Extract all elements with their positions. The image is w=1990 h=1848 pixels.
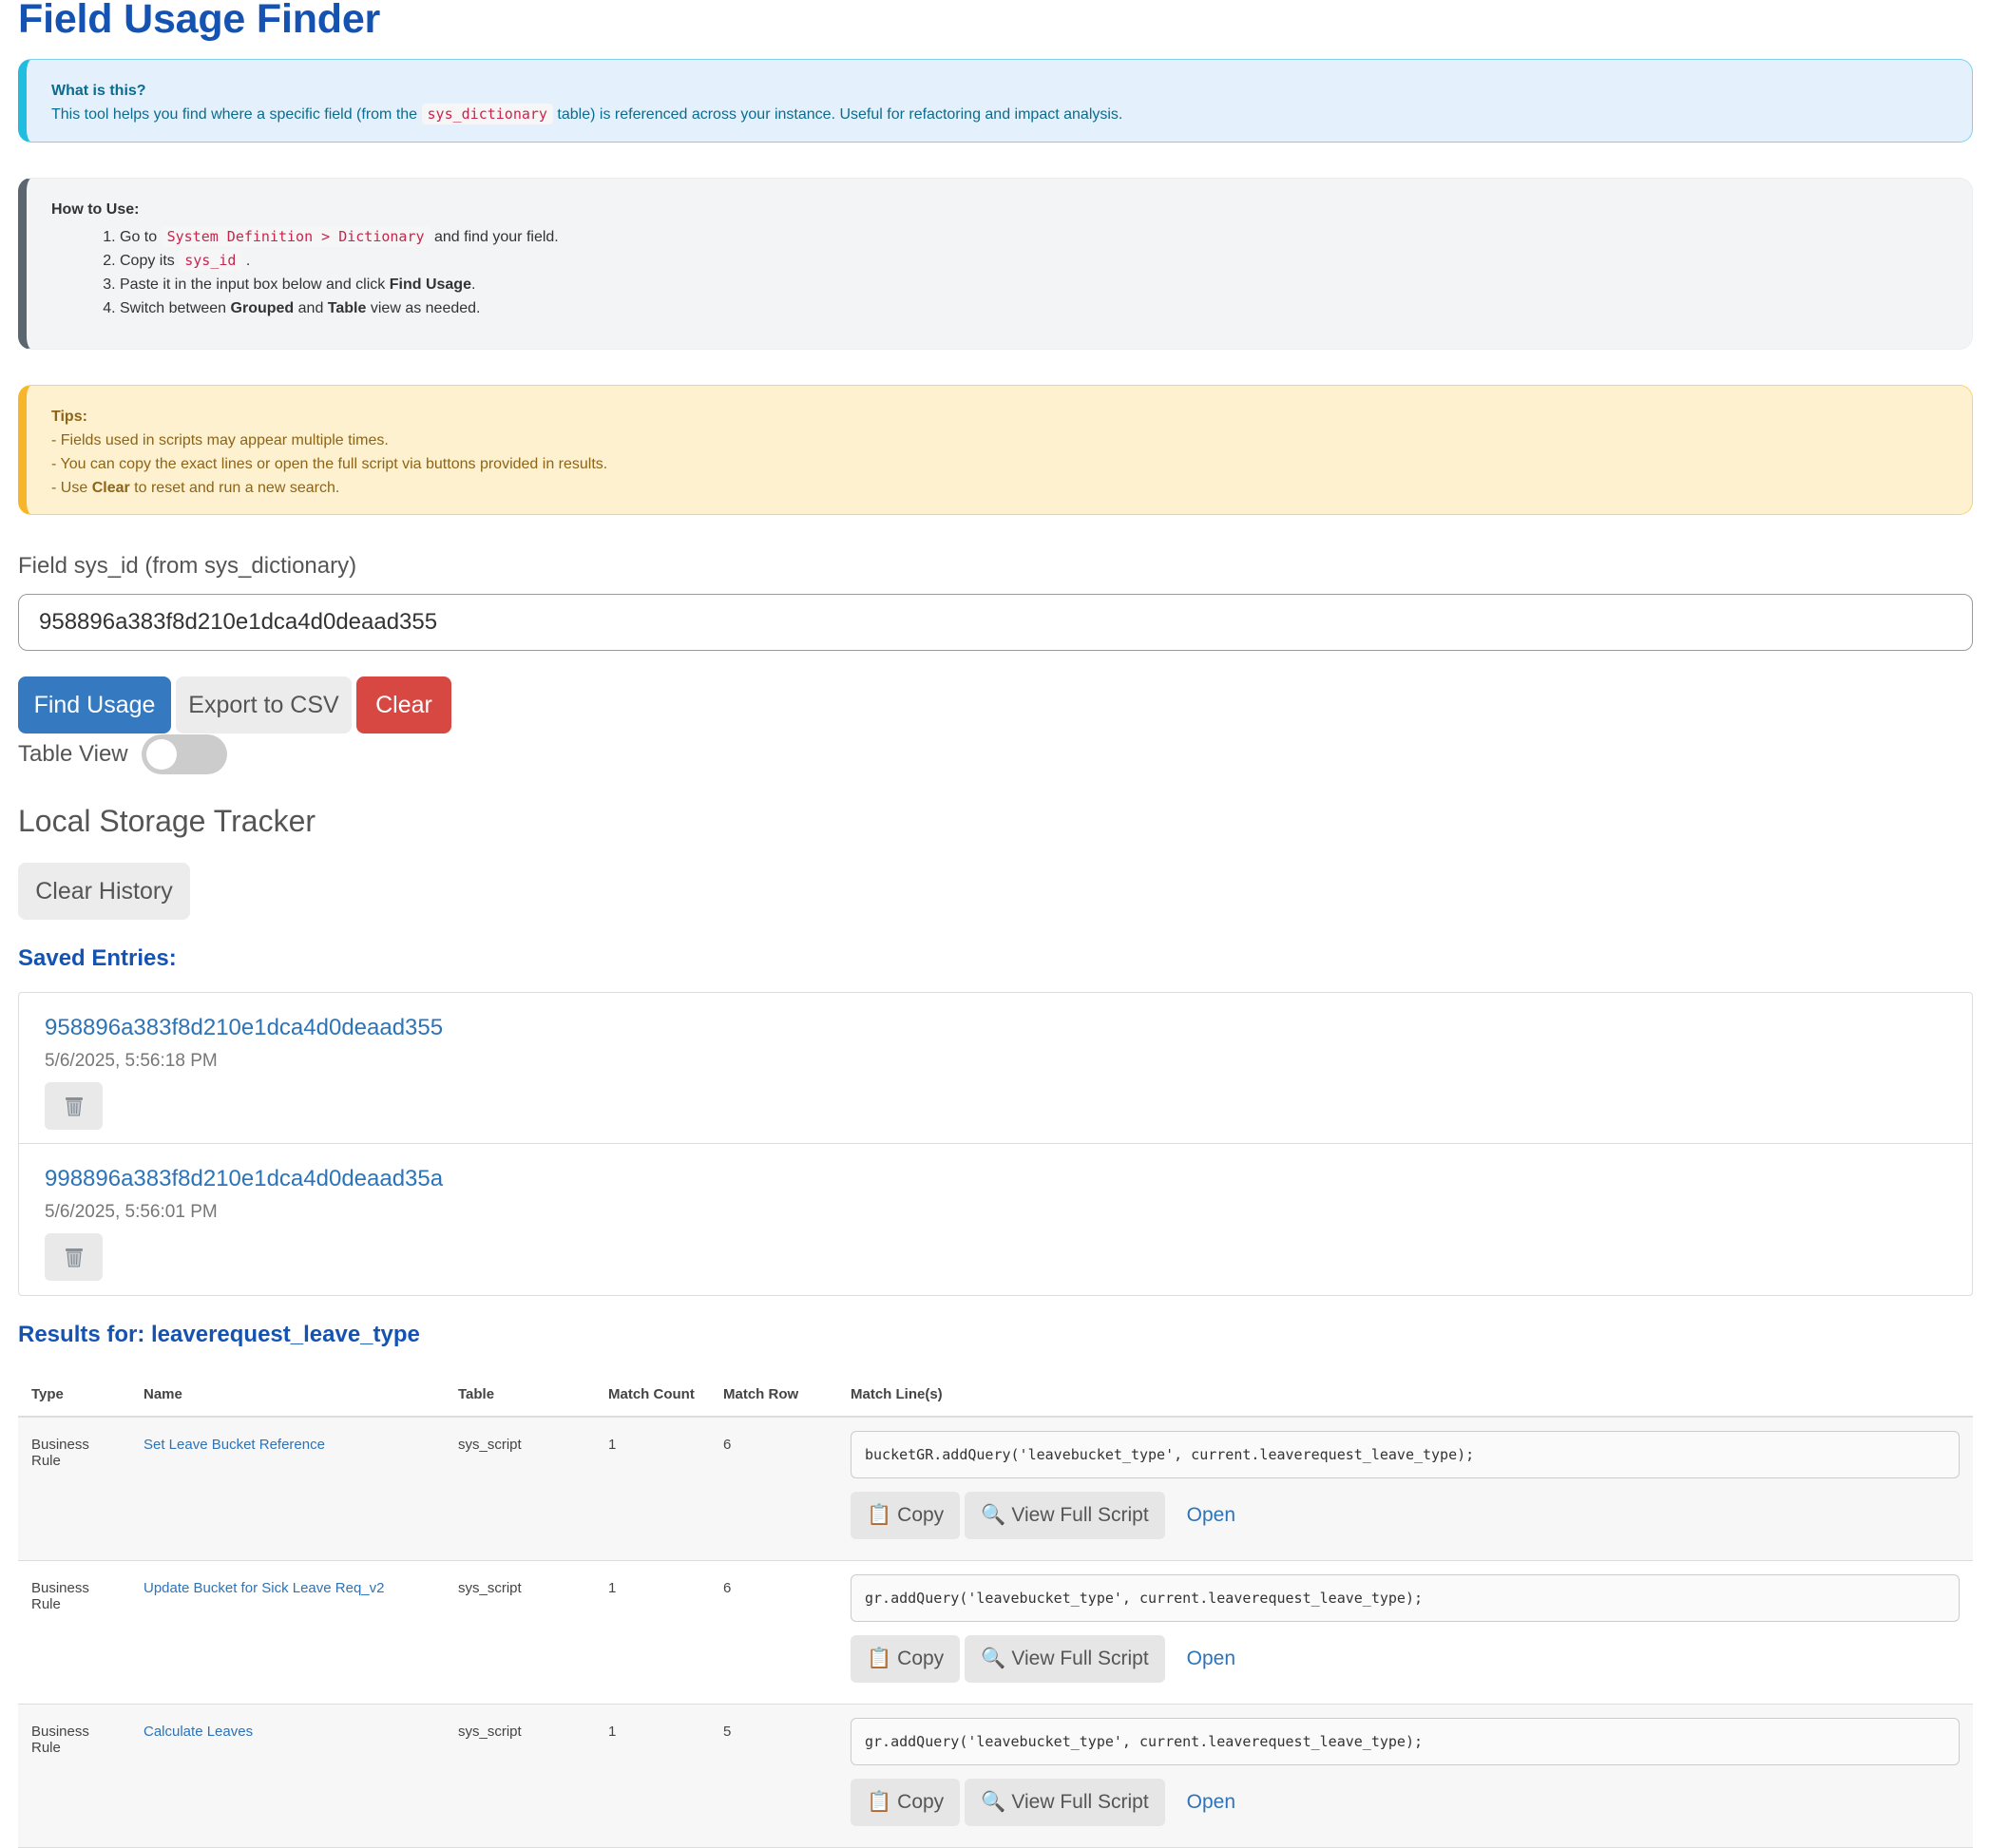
match-line-code: gr.addQuery('leavebucket_type', current.… — [851, 1574, 1960, 1622]
cell-count: 1 — [595, 1417, 710, 1561]
copy-button[interactable]: 📋 Copy — [851, 1635, 961, 1683]
tip-3: - Use Clear to reset and run a new searc… — [51, 480, 340, 496]
header-match-lines[interactable]: Match Line(s) — [837, 1372, 1973, 1418]
list-item: 998896a383f8d210e1dca4d0deaad35a 5/6/202… — [19, 1144, 1972, 1295]
howto-step-1: Go to System Definition > Dictionary and… — [120, 225, 1947, 249]
tips-alert: Tips: - Fields used in scripts may appea… — [18, 385, 1973, 515]
row-actions: 📋 Copy 🔍 View Full Script Open — [851, 1635, 1960, 1683]
cell-match-lines: gr.addQuery('leavebucket_type', current.… — [837, 1560, 1973, 1705]
results-table: Type Name Table Match Count Match Row Ma… — [18, 1372, 1973, 1848]
results-title: Results for: leaverequest_leave_type — [18, 1322, 420, 1347]
entry-link[interactable]: 958896a383f8d210e1dca4d0deaad355 — [45, 1014, 1946, 1042]
trash-icon — [65, 1248, 83, 1267]
header-table[interactable]: Table — [445, 1372, 595, 1418]
clipboard-icon: 📋 — [867, 1791, 892, 1813]
header-match-row[interactable]: Match Row — [710, 1372, 837, 1418]
cell-count: 1 — [595, 1560, 710, 1705]
cell-match-lines: bucketGR.addQuery('leavebucket_type', cu… — [837, 1417, 1973, 1561]
clipboard-icon: 📋 — [867, 1504, 892, 1526]
saved-entries-list: 958896a383f8d210e1dca4d0deaad355 5/6/202… — [18, 992, 1973, 1296]
match-line-code: gr.addQuery('leavebucket_type', current.… — [851, 1718, 1960, 1765]
export-csv-button[interactable]: Export to CSV — [176, 676, 352, 733]
table-view-label: Table View — [18, 741, 128, 767]
clipboard-icon: 📋 — [867, 1648, 892, 1669]
open-link[interactable]: Open — [1170, 1635, 1253, 1683]
info-text: This tool helps you find where a specifi… — [51, 104, 1123, 124]
cell-row: 5 — [710, 1704, 837, 1848]
script-name-link[interactable]: Update Bucket for Sick Leave Req_v2 — [144, 1580, 384, 1596]
magnifier-icon: 🔍 — [981, 1504, 1006, 1526]
cell-type: Business Rule — [18, 1560, 130, 1705]
clear-history-button[interactable]: Clear History — [18, 863, 190, 920]
cell-row: 6 — [710, 1560, 837, 1705]
cell-count: 1 — [595, 1704, 710, 1848]
sys-id-input[interactable]: 958896a383f8d210e1dca4d0deaad355 — [18, 594, 1973, 651]
table-view-toggle[interactable] — [141, 734, 227, 774]
script-name-link[interactable]: Calculate Leaves — [144, 1724, 253, 1740]
table-row: Business Rule Calculate Leaves sys_scrip… — [18, 1704, 1973, 1848]
header-type[interactable]: Type — [18, 1372, 130, 1418]
entry-date: 5/6/2025, 5:56:01 PM — [45, 1202, 218, 1222]
find-usage-button[interactable]: Find Usage — [18, 676, 171, 733]
cell-table: sys_script — [445, 1704, 595, 1848]
howto-steps: Go to System Definition > Dictionary and… — [51, 225, 1947, 320]
view-full-script-button[interactable]: 🔍 View Full Script — [965, 1492, 1165, 1539]
howto-alert: How to Use: Go to System Definition > Di… — [18, 178, 1973, 350]
table-view-toggle-row: Table View — [18, 734, 1973, 774]
open-link[interactable]: Open — [1170, 1779, 1253, 1826]
magnifier-icon: 🔍 — [981, 1791, 1006, 1813]
copy-button[interactable]: 📋 Copy — [851, 1492, 961, 1539]
cell-type: Business Rule — [18, 1417, 130, 1561]
tip-1: - Fields used in scripts may appear mult… — [51, 432, 389, 448]
script-name-link[interactable]: Set Leave Bucket Reference — [144, 1437, 325, 1453]
toggle-knob — [145, 739, 177, 770]
open-link[interactable]: Open — [1170, 1492, 1253, 1539]
sys-id-label: Field sys_id (from sys_dictionary) — [18, 553, 357, 579]
entry-link[interactable]: 998896a383f8d210e1dca4d0deaad35a — [45, 1165, 1946, 1193]
info-alert: What is this? This tool helps you find w… — [18, 59, 1973, 143]
howto-step-2: Copy its sys_id . — [120, 249, 1947, 273]
table-row: Business Rule Set Leave Bucket Reference… — [18, 1417, 1973, 1561]
howto-heading: How to Use: — [51, 201, 140, 218]
cell-type: Business Rule — [18, 1704, 130, 1848]
info-code: sys_dictionary — [421, 104, 553, 124]
view-full-script-button[interactable]: 🔍 View Full Script — [965, 1635, 1165, 1683]
howto-step-4: Switch between Grouped and Table view as… — [120, 296, 1947, 320]
copy-button[interactable]: 📋 Copy — [851, 1779, 961, 1826]
tracker-title: Local Storage Tracker — [18, 804, 316, 838]
cell-row: 6 — [710, 1417, 837, 1561]
cell-table: sys_script — [445, 1560, 595, 1705]
tips-heading: Tips: — [51, 409, 87, 425]
trash-icon — [65, 1097, 83, 1116]
header-name[interactable]: Name — [130, 1372, 445, 1418]
row-actions: 📋 Copy 🔍 View Full Script Open — [851, 1492, 1960, 1539]
view-full-script-button[interactable]: 🔍 View Full Script — [965, 1779, 1165, 1826]
cell-match-lines: gr.addQuery('leavebucket_type', current.… — [837, 1704, 1973, 1848]
page-title: Field Usage Finder — [18, 0, 381, 42]
delete-entry-button[interactable] — [45, 1082, 103, 1130]
cell-name: Set Leave Bucket Reference — [130, 1417, 445, 1561]
saved-entries-title: Saved Entries: — [18, 945, 177, 971]
clear-button[interactable]: Clear — [356, 676, 451, 733]
cell-table: sys_script — [445, 1417, 595, 1561]
row-actions: 📋 Copy 🔍 View Full Script Open — [851, 1779, 1960, 1826]
header-match-count[interactable]: Match Count — [595, 1372, 710, 1418]
action-buttons: Find Usage Export to CSV Clear — [18, 676, 1973, 733]
tip-2: - You can copy the exact lines or open t… — [51, 456, 608, 472]
list-item: 958896a383f8d210e1dca4d0deaad355 5/6/202… — [19, 993, 1972, 1144]
entry-date: 5/6/2025, 5:56:18 PM — [45, 1051, 218, 1071]
info-heading: What is this? — [51, 83, 146, 99]
cell-name: Calculate Leaves — [130, 1704, 445, 1848]
cell-name: Update Bucket for Sick Leave Req_v2 — [130, 1560, 445, 1705]
table-row: Business Rule Update Bucket for Sick Lea… — [18, 1560, 1973, 1705]
howto-step-3: Paste it in the input box below and clic… — [120, 273, 1947, 296]
magnifier-icon: 🔍 — [981, 1648, 1006, 1669]
page: Field Usage Finder What is this? This to… — [0, 0, 1990, 1848]
table-header-row: Type Name Table Match Count Match Row Ma… — [18, 1372, 1973, 1418]
delete-entry-button[interactable] — [45, 1233, 103, 1281]
match-line-code: bucketGR.addQuery('leavebucket_type', cu… — [851, 1431, 1960, 1478]
